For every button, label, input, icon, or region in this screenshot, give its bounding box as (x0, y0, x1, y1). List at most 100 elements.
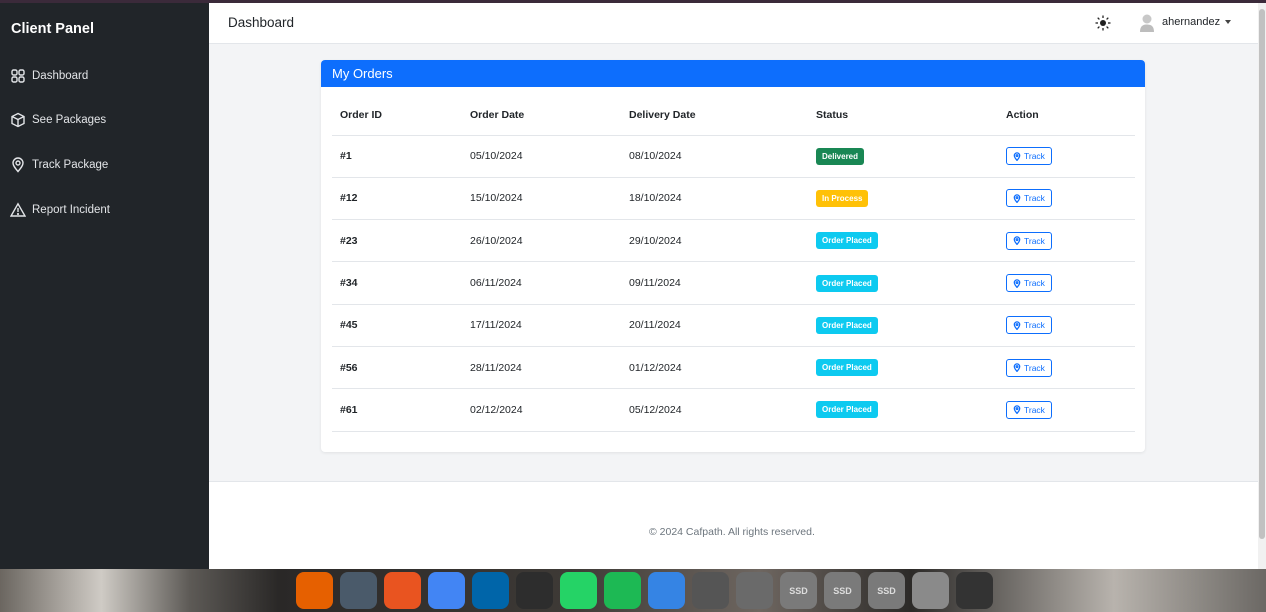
sidebar-item-report-incident[interactable]: Report Incident (10, 199, 110, 221)
avatar[interactable] (1139, 13, 1155, 33)
table-row: #12 15/10/2024 18/10/2024 In Process Track (332, 177, 1135, 221)
order-date: 15/10/2024 (462, 177, 621, 221)
table-row: #1 05/10/2024 08/10/2024 Delivered Track (332, 135, 1135, 178)
track-button[interactable]: Track (1006, 189, 1052, 208)
footer-copyright: © 2024 Cafpath. All rights reserved. (649, 526, 815, 538)
table-header-row: Order ID Order Date Delivery Date Status… (332, 96, 1135, 136)
trash-icon[interactable] (912, 572, 949, 609)
location-pin-icon (1013, 321, 1021, 330)
status-badge: Order Placed (816, 316, 878, 334)
track-button-label: Track (1024, 151, 1045, 162)
delivery-date: 01/12/2024 (621, 346, 808, 390)
track-button-label: Track (1024, 362, 1045, 373)
order-date: 17/11/2024 (462, 304, 621, 347)
main-content: Dashboard ahernandez My Orders Order ID … (209, 3, 1258, 569)
delivery-date: 29/10/2024 (621, 219, 808, 263)
dock-icon-label: SSD (833, 585, 852, 596)
action-cell: Track (998, 261, 1135, 305)
action-cell: Track (998, 388, 1135, 432)
order-id: #56 (332, 346, 462, 390)
page-title: Dashboard (228, 15, 295, 30)
dock-icon-label: SSD (789, 585, 808, 596)
column-header: Action (998, 96, 1135, 136)
status-badge: Order Placed (816, 274, 878, 292)
delivery-date: 20/11/2024 (621, 304, 808, 347)
settings-icon[interactable] (692, 572, 729, 609)
ssd-drive-icon[interactable]: SSD (868, 572, 905, 609)
track-button-label: Track (1024, 320, 1045, 331)
order-id: #45 (332, 304, 462, 347)
track-button[interactable]: Track (1006, 147, 1052, 166)
grid-icon (10, 68, 26, 84)
terminal-icon[interactable] (516, 572, 553, 609)
status-badge: Order Placed (816, 359, 878, 377)
status-cell: Order Placed (808, 219, 998, 263)
track-button[interactable]: Track (1006, 231, 1052, 250)
box-icon (10, 112, 26, 128)
scrollbar-thumb[interactable] (1259, 9, 1265, 539)
chevron-down-icon[interactable] (1225, 20, 1231, 24)
app-center-icon[interactable] (384, 572, 421, 609)
location-pin-icon (1013, 194, 1021, 203)
user-menu[interactable]: ahernandez (1162, 16, 1220, 28)
order-id: #34 (332, 261, 462, 305)
delivery-date: 08/10/2024 (621, 135, 808, 178)
sidebar-item-see-packages[interactable]: See Packages (10, 109, 106, 131)
status-cell: In Process (808, 177, 998, 221)
order-date: 26/10/2024 (462, 219, 621, 263)
location-pin-icon (1013, 363, 1021, 373)
sidebar-item-label: Dashboard (32, 70, 89, 82)
action-cell: Track (998, 135, 1135, 178)
order-id: #23 (332, 219, 462, 263)
order-id: #61 (332, 388, 462, 432)
orders-table: Order ID Order Date Delivery Date Status… (332, 96, 1135, 432)
status-cell: Delivered (808, 135, 998, 178)
sidebar-item-label: Report Incident (32, 204, 110, 216)
orders-card: My Orders Order ID Order Date Delivery D… (321, 60, 1145, 452)
orders-card-title: My Orders (321, 60, 1145, 87)
track-button[interactable]: Track (1006, 316, 1052, 335)
ssd-drive-icon[interactable]: SSD (780, 572, 817, 609)
order-date: 02/12/2024 (462, 388, 621, 432)
delivery-date: 09/11/2024 (621, 261, 808, 305)
table-row: #34 06/11/2024 09/11/2024 Order Placed Track (332, 261, 1135, 305)
spotify-icon[interactable] (604, 572, 641, 609)
vscode-icon[interactable] (472, 572, 509, 609)
track-button[interactable]: Track (1006, 274, 1052, 293)
track-button-label: Track (1024, 193, 1045, 204)
firefox-icon[interactable] (296, 572, 333, 609)
column-header: Order ID (332, 96, 462, 136)
order-date: 05/10/2024 (462, 135, 621, 178)
track-button[interactable]: Track (1006, 400, 1052, 419)
ubuntu-logo-icon[interactable] (956, 572, 993, 609)
table-row: #45 17/11/2024 20/11/2024 Order Placed Track (332, 304, 1135, 347)
column-header: Status (808, 96, 998, 136)
track-button[interactable]: Track (1006, 358, 1052, 377)
files-icon[interactable] (340, 572, 377, 609)
help-icon[interactable] (648, 572, 685, 609)
status-cell: Order Placed (808, 346, 998, 390)
sidebar: Client Panel Dashboard See Packages Trac… (0, 3, 209, 569)
whatsapp-icon[interactable] (560, 572, 597, 609)
vertical-scrollbar[interactable] (1258, 3, 1266, 569)
screenshot-icon[interactable] (736, 572, 773, 609)
sidebar-item-label: See Packages (32, 114, 107, 126)
sidebar-item-track-package[interactable]: Track Package (10, 154, 108, 176)
top-navbar: Dashboard ahernandez (209, 3, 1258, 44)
status-cell: Order Placed (808, 388, 998, 432)
sidebar-item-dashboard[interactable]: Dashboard (10, 65, 88, 87)
warning-triangle-icon (10, 202, 26, 218)
ssd-drive-icon[interactable]: SSD (824, 572, 861, 609)
sidebar-item-label: Track Package (32, 159, 109, 171)
sun-icon[interactable] (1095, 15, 1111, 31)
status-cell: Order Placed (808, 261, 998, 305)
chrome-icon[interactable] (428, 572, 465, 609)
status-badge: In Process (816, 189, 869, 207)
location-pin-icon (1013, 151, 1021, 161)
table-row: #56 28/11/2024 01/12/2024 Order Placed Track (332, 346, 1135, 390)
sidebar-brand: Client Panel (11, 21, 94, 37)
table-row: #61 02/12/2024 05/12/2024 Order Placed Track (332, 388, 1135, 432)
track-button-label: Track (1024, 278, 1045, 289)
order-id: #1 (332, 135, 462, 178)
delivery-date: 05/12/2024 (621, 388, 808, 432)
